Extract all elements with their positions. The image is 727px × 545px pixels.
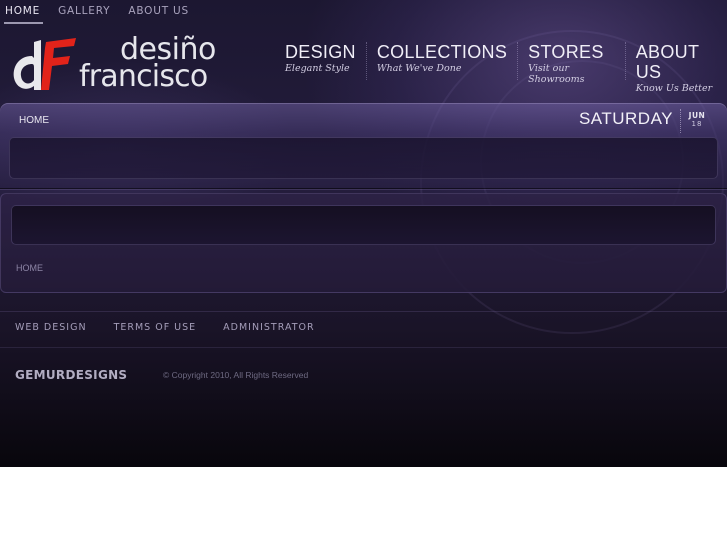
main-nav-subtitle: What We've Done: [376, 63, 462, 74]
divider: [0, 347, 727, 348]
main-nav-design[interactable]: DESIGN Elegant Style: [275, 42, 366, 80]
header-inner-panel: [9, 137, 718, 179]
top-nav-about-us[interactable]: ABOUT US: [119, 0, 198, 24]
divider: [0, 189, 727, 190]
main-nav-subtitle: Elegant Style: [285, 63, 350, 74]
footer-link-terms-of-use[interactable]: TERMS OF USE: [99, 322, 197, 333]
date-number: 18: [691, 120, 703, 128]
site-frame: HOME GALLERY ABOUT US desiño francisco D…: [0, 0, 727, 467]
date-day: SATURDAY: [578, 109, 673, 128]
logo-monogram-icon: [13, 38, 76, 90]
footer-nav: WEB DESIGN TERMS OF USE ADMINISTRATOR: [0, 322, 327, 333]
main-nav-title: COLLECTIONS: [376, 42, 508, 62]
main-nav-about-us[interactable]: ABOUT US Know Us Better: [624, 42, 727, 94]
main-nav-title: DESIGN: [285, 42, 356, 62]
content-panel: HOME: [0, 193, 727, 293]
top-nav: HOME GALLERY ABOUT US: [0, 0, 727, 24]
footer-link-administrator[interactable]: ADMINISTRATOR: [208, 322, 314, 333]
divider: [0, 311, 727, 312]
top-nav-home[interactable]: HOME: [0, 0, 49, 24]
breadcrumb-home[interactable]: HOME: [19, 115, 49, 126]
footer-brand-logo[interactable]: GEMURDESIGNS: [15, 368, 127, 382]
content-breadcrumb-home[interactable]: HOME: [16, 263, 43, 273]
main-nav-title: ABOUT US: [635, 42, 699, 82]
main-nav-subtitle: Visit our Showrooms: [528, 63, 585, 85]
main-nav: DESIGN Elegant Style COLLECTIONS What We…: [275, 42, 727, 94]
main-nav-subtitle: Know Us Better: [635, 83, 713, 94]
logo-text-line2: francisco: [79, 59, 208, 94]
content-inner-panel: [11, 205, 716, 245]
date-badge: JUN 18: [680, 109, 713, 133]
main-nav-title: STORES: [528, 42, 604, 62]
main-nav-stores[interactable]: STORES Visit our Showrooms: [517, 42, 625, 85]
date-month: JUN: [688, 111, 706, 120]
header-band: HOME SATURDAY JUN 18: [0, 103, 727, 188]
copyright-text: © Copyright 2010, All Rights Reserved: [163, 370, 309, 380]
footer-link-web-design[interactable]: WEB DESIGN: [0, 322, 87, 333]
site-logo[interactable]: desiño francisco: [10, 34, 235, 96]
top-nav-gallery[interactable]: GALLERY: [49, 0, 119, 24]
main-nav-collections[interactable]: COLLECTIONS What We've Done: [365, 42, 517, 80]
